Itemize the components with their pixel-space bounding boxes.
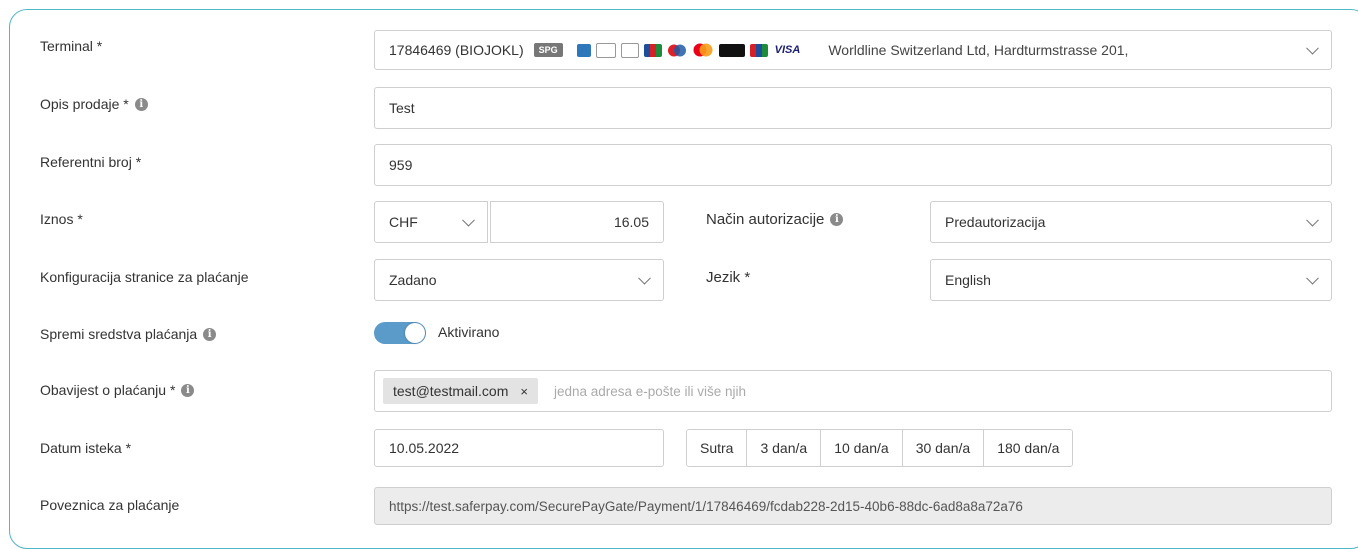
info-icon[interactable]: i	[134, 97, 148, 111]
chevron-down-icon	[1306, 213, 1319, 227]
info-icon[interactable]: i	[181, 383, 195, 397]
email-placeholder: jedna adresa e-pošte ili više njih	[553, 383, 747, 399]
currency-value: CHF	[389, 214, 418, 230]
twint-icon	[718, 43, 745, 57]
terminal-label: Terminal *	[40, 38, 103, 54]
datum-label: Datum isteka *	[40, 440, 132, 456]
currency-select[interactable]: CHF	[374, 201, 488, 243]
datum-input[interactable]: 10.05.2022	[374, 429, 664, 467]
referentni-label: Referentni broj *	[40, 154, 142, 170]
jezik-value: English	[945, 272, 991, 288]
mastercard-icon	[692, 43, 714, 57]
expiry-shortcuts: Sutra 3 dan/a 10 dan/a 30 dan/a 180 dan/…	[686, 429, 1074, 467]
diners-icon	[667, 44, 687, 57]
tag-remove-icon[interactable]: ×	[520, 384, 528, 399]
opis-input[interactable]: Test	[374, 87, 1332, 129]
payment-link-value: https://test.saferpay.com/SecurePayGate/…	[389, 498, 1023, 514]
toggle-knob	[405, 323, 425, 343]
spremi-label: Spremi sredstva plaćanja i	[40, 326, 217, 342]
expiry-btn-10[interactable]: 10 dan/a	[821, 430, 903, 466]
card-logos: VISA	[576, 42, 801, 58]
terminal-select[interactable]: 17846469 (BIOJOKL) SPG VISA Worldline Sw…	[374, 30, 1332, 70]
amount-value: 16.05	[613, 214, 649, 230]
autorizacija-value: Predautorizacija	[945, 214, 1046, 230]
toggle-status: Aktivirano	[438, 324, 500, 340]
jezik-select[interactable]: English	[930, 259, 1332, 301]
konfiguracija-select[interactable]: Zadano	[374, 259, 664, 301]
amex-icon	[576, 43, 591, 57]
datum-value: 10.05.2022	[389, 440, 460, 456]
email-tag: test@testmail.com ×	[383, 378, 538, 404]
jezik-label: Jezik *	[706, 269, 751, 286]
bank-card-icon	[620, 42, 639, 58]
chevron-down-icon	[462, 213, 475, 227]
autorizacija-select[interactable]: Predautorizacija	[930, 201, 1332, 243]
terminal-id: 17846469 (BIOJOKL)	[389, 42, 524, 58]
amount-input[interactable]: 16.05	[490, 201, 664, 243]
opis-label: Opis prodaje * i	[40, 96, 148, 112]
jcb-icon	[643, 43, 662, 57]
email-tag-text: test@testmail.com	[393, 383, 509, 399]
chevron-down-icon	[638, 271, 651, 285]
unionpay-icon	[749, 43, 768, 57]
visa-icon: VISA	[774, 44, 801, 56]
spg-badge: SPG	[533, 43, 563, 57]
info-icon[interactable]: i	[203, 327, 217, 341]
applepay-icon	[595, 42, 616, 58]
email-tags-input[interactable]: test@testmail.com × jedna adresa e-pošte…	[374, 370, 1332, 412]
expiry-btn-sutra[interactable]: Sutra	[687, 430, 748, 466]
referentni-value: 959	[389, 157, 413, 173]
iznos-label: Iznos *	[40, 211, 83, 227]
chevron-down-icon	[1306, 41, 1319, 55]
konfiguracija-label: Konfiguracija stranice za plaćanje	[40, 269, 249, 285]
expiry-btn-30[interactable]: 30 dan/a	[902, 430, 985, 466]
autorizacija-label: Način autorizacije i	[706, 211, 844, 228]
konfiguracija-value: Zadano	[389, 272, 437, 288]
expiry-btn-180[interactable]: 180 dan/a	[984, 430, 1073, 466]
chevron-down-icon	[1306, 271, 1319, 285]
referentni-input[interactable]: 959	[374, 144, 1332, 186]
spremi-toggle[interactable]	[374, 322, 426, 344]
terminal-provider: Worldline Switzerland Ltd, Hardturmstras…	[828, 42, 1129, 58]
poveznica-label: Poveznica za plaćanje	[40, 497, 180, 513]
obavijest-label: Obavijest o plaćanju * i	[40, 382, 195, 398]
expiry-btn-3[interactable]: 3 dan/a	[747, 430, 822, 466]
info-icon[interactable]: i	[830, 213, 844, 226]
opis-value: Test	[389, 100, 415, 116]
payment-link-field[interactable]: https://test.saferpay.com/SecurePayGate/…	[374, 487, 1332, 525]
